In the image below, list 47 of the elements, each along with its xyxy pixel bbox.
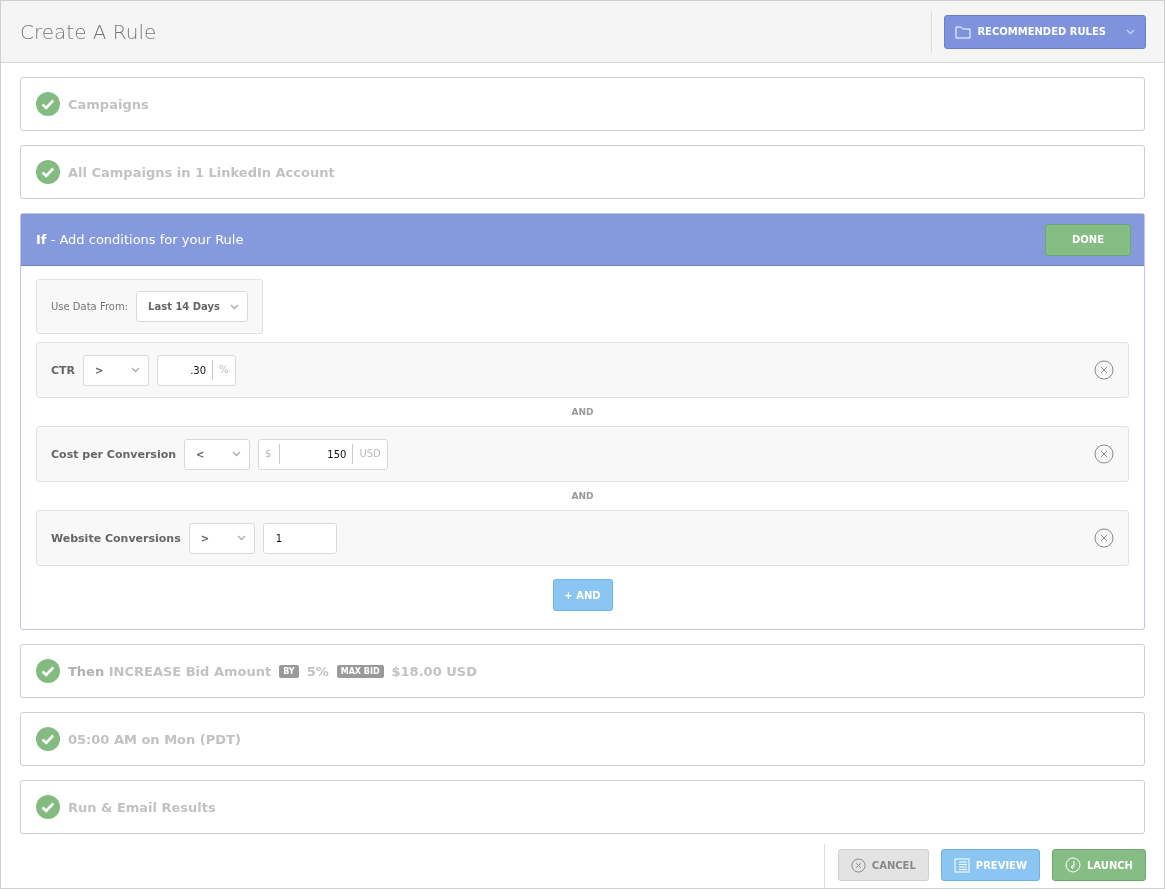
remove-circle-icon[interactable] — [1094, 444, 1114, 464]
data-range-label: Use Data From: — [51, 301, 129, 312]
completed-step-card[interactable]: Run & Email Results — [20, 780, 1145, 834]
value-input[interactable]: $ 150 USD — [258, 438, 388, 470]
x-circle-icon — [850, 857, 866, 873]
joiner-label: AND — [571, 407, 594, 417]
step-summary: Campaigns — [68, 96, 149, 112]
date-range-dropdown[interactable]: Last 14 Days — [136, 291, 248, 322]
tag: MAX BID — [336, 664, 384, 678]
chevron-down-icon — [131, 367, 141, 373]
remove-circle-icon[interactable] — [1094, 528, 1114, 548]
metric-label: Cost per Conversion — [51, 447, 177, 461]
arrow-circle-icon — [1065, 857, 1081, 873]
metric-label: Website Conversions — [51, 531, 181, 545]
remove-circle-icon[interactable] — [1094, 360, 1114, 380]
preview-button[interactable]: PREVIEW — [940, 849, 1040, 881]
panel-title: If - Add conditions for your Rule — [36, 232, 244, 247]
completed-step-card[interactable]: All Campaigns in 1 LinkedIn Account — [20, 145, 1145, 199]
step-summary: 05:00 AM on Mon (PDT) — [68, 731, 241, 747]
step-summary: Then INCREASE Bid Amount — [68, 663, 272, 679]
add-condition-button[interactable]: + AND — [552, 579, 613, 611]
step-summary: All Campaigns in 1 LinkedIn Account — [68, 164, 335, 180]
launch-button[interactable]: LAUNCH — [1052, 849, 1146, 881]
completed-step-card[interactable]: Campaigns — [20, 77, 1145, 131]
metric-label: CTR — [51, 363, 76, 377]
completed-step-card[interactable]: 05:00 AM on Mon (PDT) — [20, 712, 1145, 766]
recommended-rules-button[interactable]: RECOMMENDED RULES — [944, 14, 1146, 49]
step-summary: Run & Email Results — [68, 799, 216, 815]
value-input[interactable]: .30 % — [157, 354, 236, 386]
operator-dropdown[interactable]: > — [188, 522, 255, 554]
value-input[interactable]: 1 — [262, 522, 337, 554]
document-icon — [953, 857, 970, 873]
tag: BY — [279, 664, 299, 678]
done-button[interactable]: DONE — [1045, 223, 1131, 256]
step-summary: $18.00 USD — [391, 663, 477, 679]
joiner-label: AND — [571, 491, 594, 501]
chevron-down-icon — [232, 451, 242, 457]
completed-step-card[interactable]: Then INCREASE Bid Amount BY 5% MAX BID $18.00 USD — [20, 644, 1145, 698]
folder-icon — [955, 24, 972, 39]
cancel-button[interactable]: CANCEL — [837, 849, 929, 881]
page-title: Create A Rule — [20, 19, 157, 44]
operator-dropdown[interactable]: < — [184, 438, 251, 470]
step-summary: 5% — [306, 663, 329, 679]
chevron-down-icon — [230, 303, 239, 310]
chevron-down-icon — [236, 535, 246, 541]
operator-dropdown[interactable]: > — [83, 354, 150, 386]
chevron-down-icon — [1126, 28, 1135, 35]
